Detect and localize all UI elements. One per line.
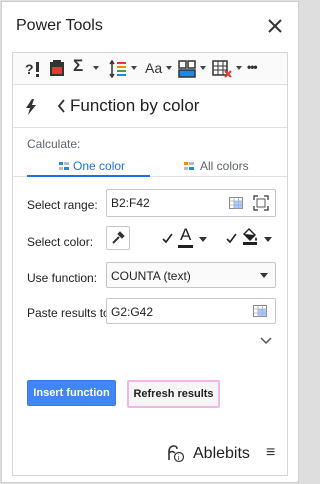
page-title: Function by color <box>70 96 200 115</box>
sum-dropdown-caret[interactable] <box>93 66 99 70</box>
find-replace-icon[interactable]: ? <box>25 59 41 79</box>
clear-dropdown-caret[interactable] <box>236 66 242 70</box>
sort-dropdown-caret[interactable] <box>131 66 137 70</box>
ablebits-help-icon[interactable]: i <box>165 443 185 463</box>
all-colors-icon <box>184 162 194 170</box>
select-range-icon[interactable] <box>229 197 243 209</box>
calculate-tabs: One color All colors <box>13 153 287 177</box>
menu-icon[interactable]: ≡ <box>266 444 275 462</box>
paste-range-field[interactable]: G2:G42 <box>106 298 276 324</box>
use-function-label: Use function: <box>27 271 98 285</box>
brand-name: Ablebits <box>193 445 250 462</box>
tab-one-color[interactable]: One color <box>27 153 150 177</box>
merge-dropdown-caret[interactable] <box>200 66 206 70</box>
sidebar-title: Power Tools <box>16 17 103 34</box>
font-color-dropdown-icon[interactable] <box>199 237 207 242</box>
select-color-label: Select color: <box>27 235 94 249</box>
tab-all-colors[interactable]: All colors <box>153 153 276 177</box>
fill-color-icon[interactable] <box>241 227 259 245</box>
more-icon[interactable]: ••• <box>247 60 258 80</box>
select-range-label: Select range: <box>27 198 98 212</box>
lightning-icon <box>26 99 36 115</box>
fill-color-checkbox-icon[interactable] <box>226 233 237 244</box>
function-header: Function by color <box>13 86 287 128</box>
range-field[interactable]: B2:F42 <box>106 189 276 217</box>
paste-range-value: G2:G42 <box>111 305 154 319</box>
merge-icon[interactable] <box>178 59 196 79</box>
svg-text:?: ? <box>25 61 34 77</box>
one-color-icon <box>59 162 69 170</box>
paste-results-label: Paste results to: <box>27 306 114 320</box>
sort-icon[interactable] <box>109 59 127 79</box>
range-value: B2:F42 <box>111 196 150 210</box>
sum-icon[interactable]: Σ <box>73 56 87 76</box>
text-case-icon[interactable]: Aa <box>145 60 162 80</box>
fill-color-dropdown-icon[interactable] <box>264 237 272 242</box>
refresh-results-button[interactable]: Refresh results <box>127 380 220 408</box>
function-dropdown-icon[interactable] <box>260 273 268 278</box>
expand-selection-icon[interactable] <box>253 195 269 211</box>
paste-icon[interactable] <box>49 59 65 79</box>
font-color-bar <box>178 245 193 248</box>
eyedropper-icon <box>112 231 125 244</box>
select-paste-range-icon[interactable] <box>253 305 267 317</box>
eyedropper-button[interactable] <box>106 226 130 250</box>
clear-icon[interactable] <box>212 59 232 79</box>
addon-frame: ? Σ Aa ••• Function by color Calculate: … <box>12 52 288 476</box>
footer: i Ablebits ≡ <box>13 441 287 471</box>
back-chevron-icon[interactable] <box>57 99 66 113</box>
function-value: COUNTA (text) <box>111 269 191 283</box>
power-tools-sidebar: Power Tools ? Σ Aa ••• Function by color… <box>1 1 299 483</box>
function-select[interactable]: COUNTA (text) <box>106 262 276 288</box>
font-color-checkbox-icon[interactable] <box>162 233 173 244</box>
sidebar-titlebar: Power Tools <box>2 2 298 50</box>
expand-options-chevron-icon[interactable] <box>260 337 272 345</box>
tab-one-color-label: One color <box>73 159 126 173</box>
tab-all-colors-label: All colors <box>200 159 249 173</box>
tools-toolbar: ? Σ Aa ••• <box>13 53 287 85</box>
close-icon[interactable] <box>264 15 286 37</box>
font-color-icon[interactable]: A <box>180 225 191 245</box>
case-dropdown-caret[interactable] <box>166 66 172 70</box>
insert-function-button[interactable]: Insert function <box>27 380 116 406</box>
calculate-label: Calculate: <box>27 137 81 151</box>
